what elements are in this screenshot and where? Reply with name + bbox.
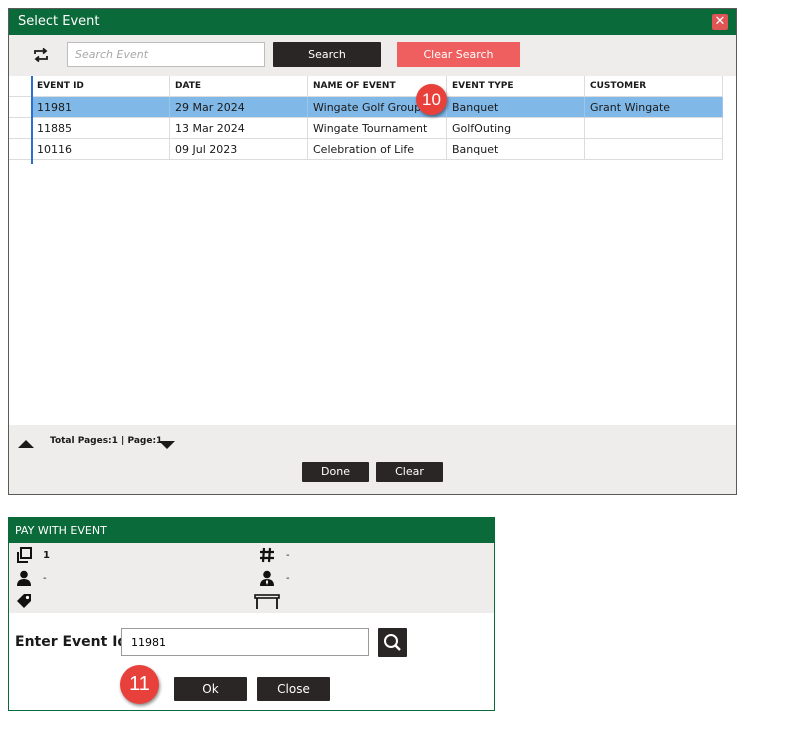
panel-title-bar: PAY WITH EVENT	[9, 518, 494, 543]
close-icon[interactable]: ✕	[712, 14, 728, 30]
cell-name-of-event: Wingate Tournament	[308, 118, 447, 139]
row-selector[interactable]	[9, 139, 32, 160]
table-row[interactable]: 10116 09 Jul 2023 Celebration of Life Ba…	[9, 139, 723, 160]
event-id-input[interactable]	[121, 628, 369, 656]
cell-event-type: GolfOuting	[447, 118, 585, 139]
cell-customer	[585, 139, 723, 160]
copy-icon	[17, 547, 32, 563]
step-callout-badge: 11	[120, 665, 159, 704]
table-row[interactable]: 11981 29 Mar 2024 Wingate Golf Group Ban…	[9, 97, 723, 118]
cell-date: 13 Mar 2024	[170, 118, 308, 139]
clear-search-button[interactable]: Clear Search	[397, 42, 520, 67]
dialog-title: Select Event	[18, 14, 100, 29]
page-info: Total Pages:1 | Page:1	[50, 436, 163, 446]
next-page-arrow-icon[interactable]	[159, 441, 175, 449]
cell-event-id: 11885	[32, 118, 170, 139]
cell-date: 29 Mar 2024	[170, 97, 308, 118]
table-icon	[254, 594, 280, 609]
cell-event-type: Banquet	[447, 139, 585, 160]
event-info-area: 1 - - -	[9, 543, 494, 613]
column-header-event-type[interactable]: EVENT TYPE	[447, 76, 585, 97]
person-value: -	[43, 573, 47, 584]
cell-customer: Grant Wingate	[585, 97, 723, 118]
previous-page-arrow-icon[interactable]	[18, 440, 34, 448]
pagination-footer: Total Pages:1 | Page:1 Done Clear	[9, 425, 736, 494]
clear-button[interactable]: Clear	[376, 462, 443, 482]
refresh-icon[interactable]	[32, 46, 50, 64]
copies-value: 1	[43, 550, 50, 561]
server-icon	[260, 570, 274, 586]
cell-name-of-event: Celebration of Life	[308, 139, 447, 160]
search-icon	[384, 634, 401, 651]
ok-button[interactable]: Ok	[174, 677, 247, 701]
step-callout-badge: 10	[416, 84, 447, 115]
events-table: EVENT ID DATE NAME OF EVENT EVENT TYPE C…	[9, 76, 736, 425]
row-selector[interactable]	[9, 118, 32, 139]
search-button[interactable]: Search	[273, 42, 381, 67]
row-selector-header	[9, 76, 32, 97]
search-input[interactable]	[67, 42, 265, 67]
hash-icon	[260, 547, 274, 563]
enter-event-id-label: Enter Event Id	[15, 634, 128, 650]
person-icon	[17, 570, 31, 586]
column-header-date[interactable]: DATE	[170, 76, 308, 97]
row-selector-divider	[31, 76, 33, 164]
cell-date: 09 Jul 2023	[170, 139, 308, 160]
cell-event-id: 11981	[32, 97, 170, 118]
close-button[interactable]: Close	[257, 677, 330, 701]
done-button[interactable]: Done	[302, 462, 369, 482]
hash-value: -	[286, 550, 290, 561]
server-value: -	[286, 573, 290, 584]
cell-event-id: 10116	[32, 139, 170, 160]
table-row[interactable]: 11885 13 Mar 2024 Wingate Tournament Gol…	[9, 118, 723, 139]
pay-with-event-panel: PAY WITH EVENT 1 - - - Enter Event Id 11…	[8, 517, 495, 711]
event-search-button[interactable]	[378, 628, 407, 657]
row-selector[interactable]	[9, 97, 32, 118]
tag-icon	[17, 594, 31, 608]
cell-event-type: Banquet	[447, 97, 585, 118]
column-header-customer[interactable]: CUSTOMER	[585, 76, 723, 97]
select-event-dialog: Select Event ✕ Search Clear Search EVENT…	[8, 8, 737, 495]
panel-title: PAY WITH EVENT	[15, 524, 107, 537]
title-bar: Select Event ✕	[9, 9, 736, 35]
cell-customer	[585, 118, 723, 139]
column-header-event-id[interactable]: EVENT ID	[32, 76, 170, 97]
